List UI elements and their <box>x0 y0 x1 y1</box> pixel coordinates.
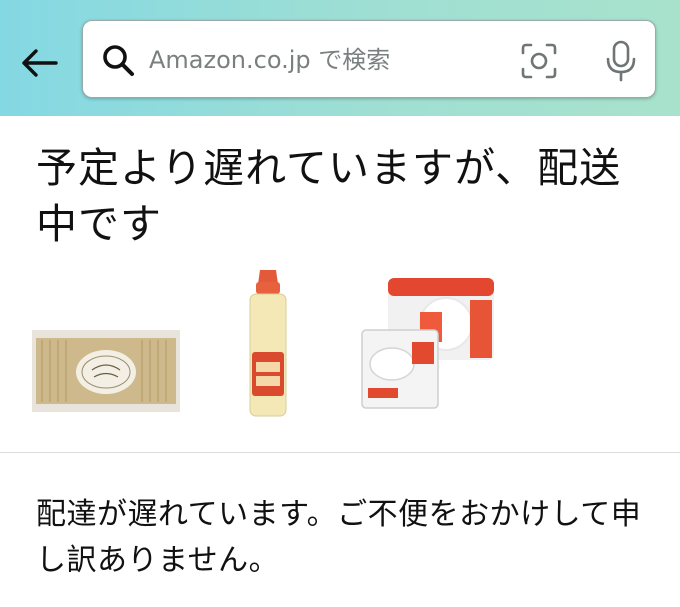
delivery-status-headline: 予定より遅れていますが、配送中です <box>36 144 622 248</box>
product-image-pasta[interactable] <box>32 330 180 412</box>
product-images <box>0 260 680 430</box>
product-image-glue[interactable] <box>238 270 298 420</box>
top-bar <box>0 0 680 116</box>
camera-scan-icon[interactable] <box>519 41 559 81</box>
arrow-left-icon <box>22 49 58 77</box>
search-input[interactable] <box>149 35 519 85</box>
delay-apology-message: 配達が遅れています。ご不便をおかけして申し訳ありません。 <box>36 497 642 578</box>
back-button[interactable] <box>14 38 64 88</box>
search-box[interactable] <box>82 20 656 98</box>
microphone-icon[interactable] <box>601 39 641 83</box>
section-divider <box>0 452 680 453</box>
product-image-rice[interactable] <box>358 272 498 412</box>
search-icon <box>103 45 134 76</box>
